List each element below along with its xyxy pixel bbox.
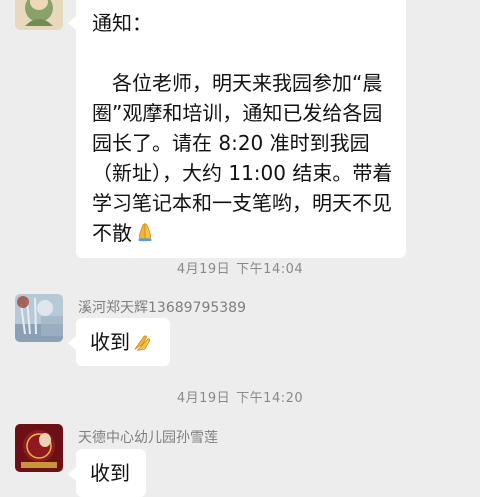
message-line: 通知： — [92, 11, 152, 35]
timestamp-date: 4月19日 — [176, 262, 231, 277]
message-line: 学习笔记本和一支笔哟，明天不见 — [92, 191, 392, 215]
message-text: 收到 — [90, 461, 130, 485]
message-line: 圈”观摩和培训，通知已发给各园 — [92, 101, 383, 125]
timestamp-time: 下午14:20 — [236, 391, 304, 406]
sender-avatar-3[interactable] — [15, 424, 63, 472]
message-line: 园长了。请在 8:20 准时到我园 — [92, 131, 370, 155]
message-line — [92, 38, 390, 68]
sender-name: 溪河郑天辉13689795389 — [78, 300, 246, 316]
sender-avatar-1[interactable] — [15, 0, 63, 30]
timestamp: 4月19日 下午14:20 — [0, 387, 480, 406]
message-bubble-1[interactable]: 通知： 各位老师，明天来我园参加“晨 圈”观摩和培训，通知已发给各园 园长了。请… — [68, 0, 406, 258]
sender-name: 天德中心幼儿园孙雪莲 — [78, 430, 218, 446]
message-line-text: 不散 — [92, 221, 132, 245]
message-line: （新址），大约 11:00 结束。带着 — [92, 161, 393, 185]
message-bubble-3[interactable]: 收到 — [68, 449, 146, 497]
message-line: 各位老师，明天来我园参加“晨 — [112, 71, 383, 95]
chat-view[interactable]: 通知： 各位老师，明天来我园参加“晨 圈”观摩和培训，通知已发给各园 园长了。请… — [0, 0, 480, 497]
folded-hands-icon — [138, 223, 152, 242]
folded-hands-icon — [134, 335, 151, 351]
sender-avatar-2[interactable] — [15, 294, 63, 342]
timestamp-date: 4月19日 — [176, 391, 231, 406]
timestamp: 4月19日 下午14:04 — [0, 258, 480, 277]
message-text: 收到 — [90, 330, 130, 354]
message-line-last: 不散 — [92, 218, 390, 248]
message-bubble-2[interactable]: 收到 — [68, 318, 170, 366]
timestamp-time: 下午14:04 — [236, 262, 304, 277]
